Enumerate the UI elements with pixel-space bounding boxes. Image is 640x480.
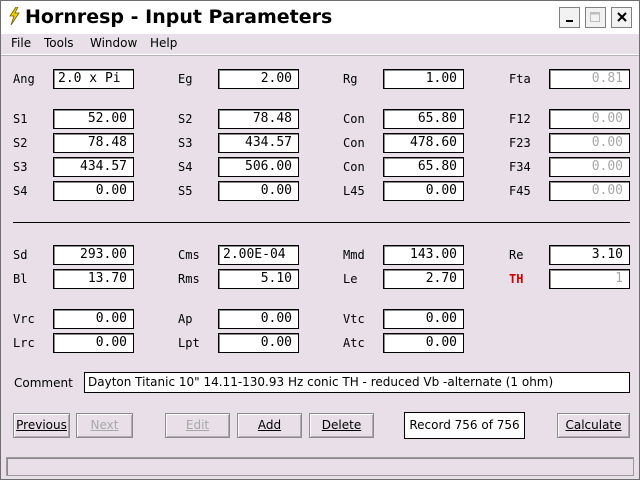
menu-file[interactable]: File [11,36,31,50]
record-indicator: Record 756 of 756 [404,412,525,439]
label-vrc: Vrc [13,312,35,326]
label-f45: F45 [509,184,531,198]
minimize-button[interactable] [559,7,580,28]
menu-help[interactable]: Help [150,36,177,50]
label-s1: S1 [13,112,28,126]
close-icon [616,12,627,22]
label-s2-col2: S2 [178,112,193,126]
label-sd: Sd [13,248,28,262]
label-s3-col2: S3 [178,136,193,150]
label-fta: Fta [509,72,531,86]
s4-col2-field[interactable]: 506.00 [218,157,299,177]
label-mmd: Mmd [343,248,365,262]
title-bar[interactable]: Hornresp - Input Parameters [1,1,639,35]
eg-field[interactable]: 2.00 [218,69,299,89]
label-f23: F23 [509,136,531,150]
lrc-field[interactable]: 0.00 [53,333,134,353]
minimize-icon [565,20,573,22]
s1-field[interactable]: 52.00 [53,109,134,129]
le-field[interactable]: 2.70 [383,269,464,289]
label-rms: Rms [178,272,200,286]
s5-field[interactable]: 0.00 [218,181,299,201]
bl-field[interactable]: 13.70 [53,269,134,289]
s2-field[interactable]: 78.48 [53,133,134,153]
s3-col2-field[interactable]: 434.57 [218,133,299,153]
rms-field[interactable]: 5.10 [218,269,299,289]
menu-bar: File Tools Window Help [1,34,639,55]
fta-field: 0.81 [549,69,630,89]
label-le: Le [343,272,358,286]
atc-field[interactable]: 0.00 [383,333,464,353]
label-s4: S4 [13,184,28,198]
f12-field: 0.00 [549,109,630,129]
status-bar [6,457,634,476]
label-l45: L45 [343,184,365,198]
sd-field[interactable]: 293.00 [53,245,134,265]
s4-field[interactable]: 0.00 [53,181,134,201]
edit-button[interactable]: Edit [165,413,230,438]
delete-button[interactable]: Delete [309,413,374,438]
menu-window[interactable]: Window [90,36,137,50]
label-rg: Rg [343,72,358,86]
con-2-field[interactable]: 478.60 [383,133,464,153]
f23-field: 0.00 [549,133,630,153]
label-lrc: Lrc [13,336,35,350]
previous-button[interactable]: Previous [13,413,70,438]
label-s2: S2 [13,136,28,150]
label-s4-col2: S4 [178,160,193,174]
label-con-3: Con [343,160,365,174]
re-field[interactable]: 3.10 [549,245,630,265]
maximize-icon [590,12,600,22]
window-title: Hornresp - Input Parameters [25,6,333,28]
label-s5: S5 [178,184,193,198]
ang-field[interactable]: 2.0 x Pi [53,69,134,89]
f34-field: 0.00 [549,157,630,177]
mmd-field[interactable]: 143.00 [383,245,464,265]
ap-field[interactable]: 0.00 [218,309,299,329]
rg-field[interactable]: 1.00 [383,69,464,89]
label-lpt: Lpt [178,336,200,350]
label-comment: Comment [14,376,73,390]
cms-field[interactable]: 2.00E-04 [218,245,299,265]
label-atc: Atc [343,336,365,350]
label-bl: Bl [13,272,28,286]
label-f34: F34 [509,160,531,174]
label-th: TH [509,272,524,286]
comment-field[interactable]: Dayton Titanic 10" 14.11-130.93 Hz conic… [84,372,630,393]
add-button[interactable]: Add [237,413,302,438]
f45-field: 0.00 [549,181,630,201]
con-1-field[interactable]: 65.80 [383,109,464,129]
hornresp-window: Hornresp - Input Parameters File Tools W… [0,0,640,480]
label-eg: Eg [178,72,193,86]
th-field: 1 [549,269,630,289]
lightning-icon [9,7,20,25]
s3-field[interactable]: 434.57 [53,157,134,177]
label-re: Re [509,248,524,262]
close-button[interactable] [611,7,632,28]
section-divider [13,222,630,223]
con-3-field[interactable]: 65.80 [383,157,464,177]
lpt-field[interactable]: 0.00 [218,333,299,353]
label-con-2: Con [343,136,365,150]
label-con-1: Con [343,112,365,126]
vtc-field[interactable]: 0.00 [383,309,464,329]
label-ap: Ap [178,312,193,326]
vrc-field[interactable]: 0.00 [53,309,134,329]
l45-field[interactable]: 0.00 [383,181,464,201]
calculate-button[interactable]: Calculate [557,413,630,438]
maximize-button[interactable] [585,7,606,28]
label-s3: S3 [13,160,28,174]
s2-col2-field[interactable]: 78.48 [218,109,299,129]
label-vtc: Vtc [343,312,365,326]
menu-tools[interactable]: Tools [44,36,74,50]
next-button[interactable]: Next [76,413,133,438]
label-cms: Cms [178,248,200,262]
label-ang: Ang [13,72,35,86]
label-f12: F12 [509,112,531,126]
